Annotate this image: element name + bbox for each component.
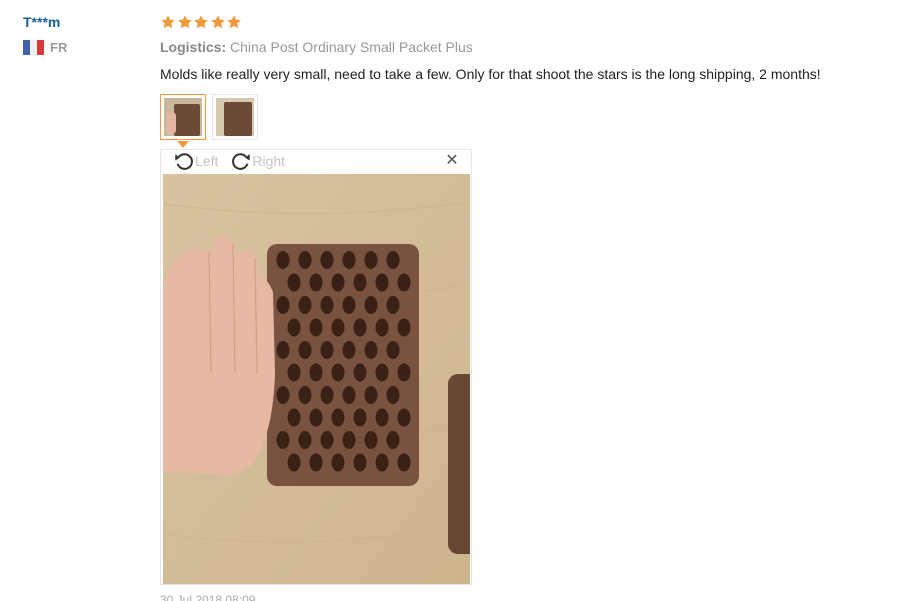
rotate-left-button[interactable]: Left [173,150,218,172]
star-icon [226,14,242,30]
rotate-right-button[interactable]: Right [230,150,285,172]
france-flag-icon [23,40,44,55]
review-content: Logistics: China Post Ordinary Small Pac… [160,12,900,585]
review-text: Molds like really very small, need to ta… [160,66,821,82]
star-icon [177,14,193,30]
rotate-right-label: Right [252,153,286,169]
active-thumbnail-indicator [177,141,189,148]
review-photo-thumbnail-1[interactable] [160,94,206,148]
reviewer-country: FR [23,40,143,55]
rotate-right-icon [230,150,252,172]
reviewer-info: T***m FR [23,13,143,55]
country-code: FR [50,40,68,55]
review-thumbnails [160,94,900,148]
image-viewer: Left Right ✕ [160,149,472,585]
close-icon[interactable]: ✕ [445,153,459,169]
review-photo-thumbnail-2[interactable] [212,94,258,140]
rotate-left-label: Left [195,153,219,169]
star-icon [160,14,176,30]
star-rating [160,12,900,32]
review-date: 30 Jul 2018 08:09 [160,593,256,601]
logistics-value: China Post Ordinary Small Packet Plus [230,39,473,55]
logistics-label: Logistics: [160,39,227,55]
review-photo-large [163,174,470,584]
thumbnail-image [164,98,202,136]
reviewer-name[interactable]: T***m [23,13,143,31]
thumbnail-image [216,98,254,136]
star-icon [193,14,209,30]
rotate-left-icon [173,150,195,172]
viewer-toolbar: Left Right ✕ [161,150,471,172]
star-icon [210,14,226,30]
logistics-info: Logistics: China Post Ordinary Small Pac… [160,38,900,56]
